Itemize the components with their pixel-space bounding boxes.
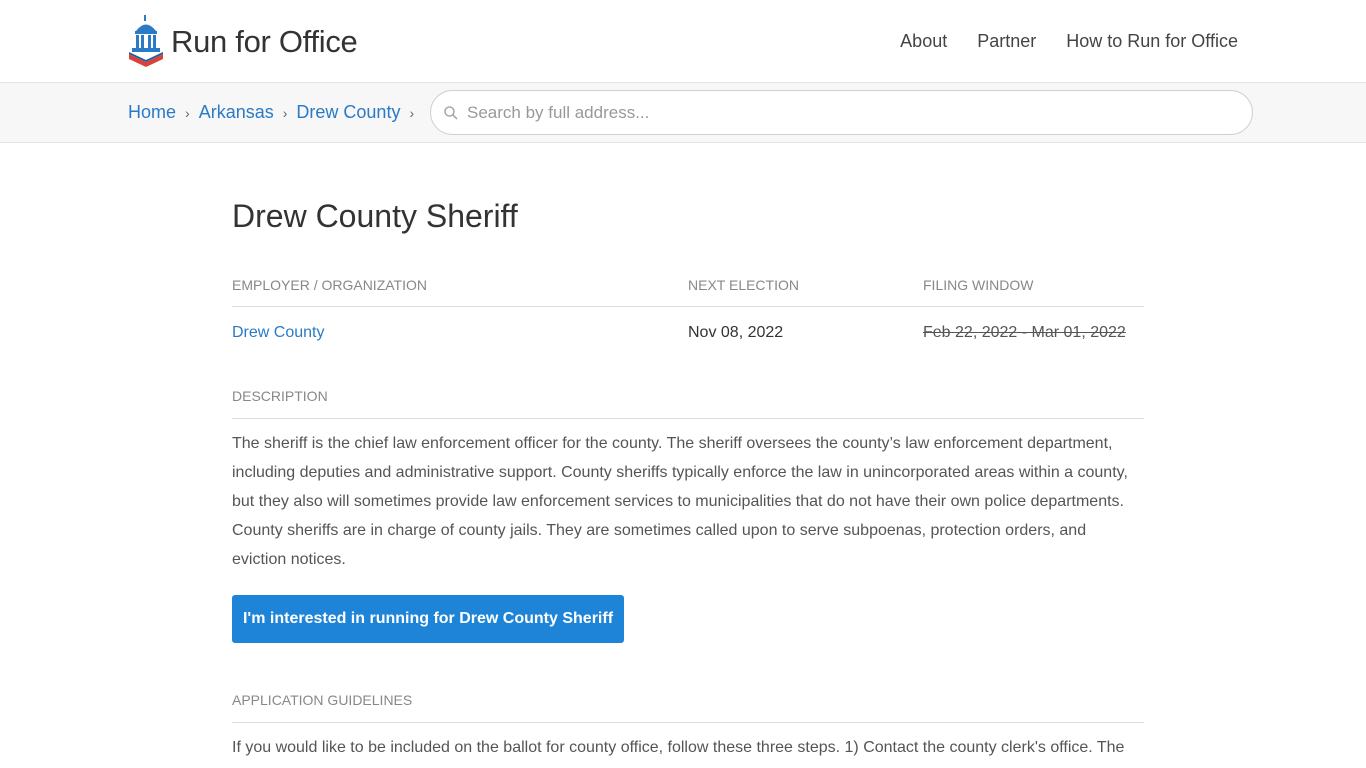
description-label: DESCRIPTION (232, 388, 328, 404)
nav-partner-link[interactable]: Partner (977, 31, 1036, 52)
top-nav: About Partner How to Run for Office (870, 31, 1238, 52)
breadcrumb-county-link[interactable]: Drew County (296, 102, 400, 123)
nav-how-to-run-link[interactable]: How to Run for Office (1066, 31, 1238, 52)
breadcrumb-search-bar: Home › Arkansas › Drew County › (0, 83, 1366, 143)
guidelines-text: If you would like to be included on the … (232, 739, 1125, 756)
address-search-box[interactable] (430, 90, 1253, 135)
breadcrumb-state-link[interactable]: Arkansas (199, 102, 274, 123)
description-section-header: DESCRIPTION (232, 388, 1144, 419)
description-text: The sheriff is the chief law enforcement… (232, 435, 1128, 568)
site-header: Run for Office About Partner How to Run … (0, 0, 1366, 83)
guidelines-section-header: APPLICATION GUIDELINES (232, 692, 1144, 723)
chevron-right-icon: › (409, 104, 415, 121)
employer-link[interactable]: Drew County (232, 324, 324, 342)
chevron-right-icon: › (282, 104, 288, 121)
logo-text: Run for Office (171, 24, 358, 59)
employer-column-header: EMPLOYER / ORGANIZATION (232, 277, 427, 293)
breadcrumb: Home › Arkansas › Drew County › (128, 102, 423, 123)
breadcrumb-home-link[interactable]: Home (128, 102, 176, 123)
nav-about-link[interactable]: About (900, 31, 947, 52)
search-icon (444, 106, 458, 120)
address-search-input[interactable] (467, 91, 1237, 134)
guidelines-label: APPLICATION GUIDELINES (232, 692, 413, 708)
capitol-logo-icon (129, 15, 163, 67)
filing-window-column-header: FILING WINDOW (923, 277, 1034, 293)
page-title: Drew County Sheriff (232, 198, 518, 234)
next-election-column-header: NEXT ELECTION (688, 277, 799, 293)
next-election-value: Nov 08, 2022 (688, 324, 784, 341)
table-row: Drew County Nov 08, 2022 Feb 22, 2022 - … (232, 324, 1144, 348)
filing-window-value: Feb 22, 2022 - Mar 01, 2022 (923, 324, 1126, 341)
office-table-header: EMPLOYER / ORGANIZATION NEXT ELECTION FI… (232, 277, 1144, 307)
chevron-right-icon: › (185, 104, 190, 121)
interested-in-running-button[interactable]: I'm interested in running for Drew Count… (232, 595, 624, 643)
logo-link[interactable]: Run for Office (127, 14, 358, 70)
